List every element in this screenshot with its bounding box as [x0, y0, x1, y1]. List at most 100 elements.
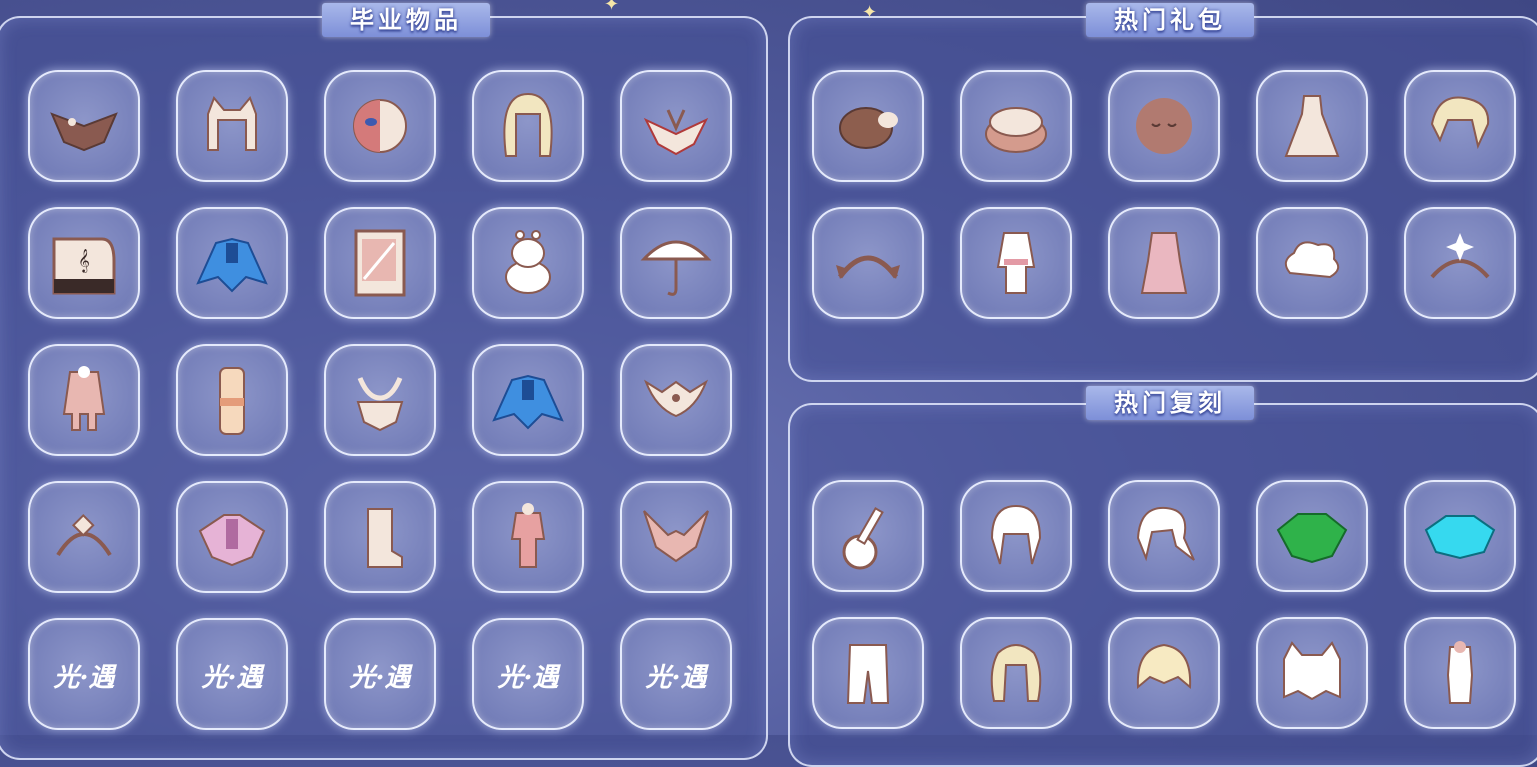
sky-logo-icon: 光·遇: [200, 663, 265, 693]
sky-logo-icon: 光·遇: [52, 663, 117, 693]
rerun-item-slot[interactable]: [1256, 617, 1368, 729]
graduation-panel-title: 毕业物品: [322, 3, 490, 37]
graduation-item-slot[interactable]: [176, 70, 288, 182]
hot-packs-item-grid: [812, 70, 1516, 319]
graduation-item-slot[interactable]: [620, 344, 732, 456]
cat-hood-icon: [1283, 641, 1341, 701]
rerun-item-slot[interactable]: [1404, 617, 1516, 729]
hot-pack-item-slot[interactable]: [812, 70, 924, 182]
svg-text:光·遇: 光·遇: [496, 663, 561, 693]
graduation-item-slot[interactable]: [324, 207, 436, 319]
graduation-item-slot[interactable]: [324, 481, 436, 593]
twin-tail-hair-icon: [990, 504, 1042, 565]
hot-pack-item-slot[interactable]: [960, 207, 1072, 319]
graduation-item-slot[interactable]: [620, 207, 732, 319]
graduation-item-slot[interactable]: 光·遇: [620, 618, 732, 730]
boots-icon: [367, 508, 403, 568]
ponytail-hair-icon: [1430, 96, 1490, 150]
bear-hat-icon: [839, 107, 898, 149]
rerun-item-slot[interactable]: [812, 617, 924, 729]
umbrella-icon: [640, 240, 712, 296]
long-hair-icon: [503, 92, 553, 157]
winged-mask-icon: [643, 379, 709, 418]
graduation-item-slot[interactable]: [324, 70, 436, 182]
graduation-item-slot[interactable]: 光·遇: [28, 618, 140, 730]
graduation-item-slot[interactable]: [472, 207, 584, 319]
hot-pack-item-slot[interactable]: [1256, 70, 1368, 182]
sleeveless-outfit-icon: [1446, 641, 1474, 704]
svg-text:光·遇: 光·遇: [200, 663, 265, 693]
graduation-item-grid: 𝄞 光·遇 光·遇 光·遇 光·遇 光·遇: [28, 70, 732, 730]
graduation-item-slot[interactable]: [176, 481, 288, 593]
rerun-item-slot[interactable]: [812, 480, 924, 592]
robe-icon: [996, 232, 1036, 294]
hot-pack-item-slot[interactable]: [960, 70, 1072, 182]
rerun-item-slot[interactable]: [960, 617, 1072, 729]
bird-cape-icon: [50, 112, 118, 152]
graduation-item-slot[interactable]: [28, 481, 140, 593]
hot-pack-item-slot[interactable]: [1256, 207, 1368, 319]
antler-mask-icon: [356, 377, 404, 432]
graduation-item-slot[interactable]: [472, 481, 584, 593]
sparkle-icon: ✦: [862, 2, 878, 23]
pink-outfit-icon: [1140, 232, 1188, 294]
ear-headband-icon: [836, 255, 900, 279]
card-icon: [354, 229, 406, 297]
graduation-item-slot[interactable]: [176, 344, 288, 456]
hot-reruns-item-grid: [812, 480, 1516, 729]
piano-icon: 𝄞: [52, 237, 116, 295]
graduation-item-slot[interactable]: [620, 481, 732, 593]
svg-text:光·遇: 光·遇: [348, 663, 413, 693]
cat-ear-hair-icon: [207, 96, 257, 151]
blue-cape-icon: [492, 374, 564, 430]
outfit-icon: [510, 503, 546, 568]
rerun-item-slot[interactable]: [1404, 480, 1516, 592]
bob-hair-icon: [1136, 643, 1192, 690]
horned-mask-icon: [643, 510, 709, 563]
sky-logo-icon: 光·遇: [644, 663, 709, 693]
graduation-item-slot[interactable]: [620, 70, 732, 182]
hot-pack-item-slot[interactable]: [1108, 207, 1220, 319]
dress-icon: [1284, 95, 1340, 157]
graduation-item-slot[interactable]: 𝄞: [28, 207, 140, 319]
graduation-item-slot[interactable]: [472, 70, 584, 182]
hot-packs-panel-title: 热门礼包: [1086, 3, 1254, 37]
svg-text:光·遇: 光·遇: [52, 663, 117, 693]
curly-hair-icon: [990, 644, 1042, 702]
rerun-item-slot[interactable]: [1256, 480, 1368, 592]
hot-pack-item-slot[interactable]: [1108, 70, 1220, 182]
hot-pack-item-slot[interactable]: [1404, 70, 1516, 182]
cloud-icon: [1284, 241, 1340, 279]
graduation-item-slot[interactable]: [472, 344, 584, 456]
green-cape-icon: [1276, 513, 1348, 564]
rerun-item-slot[interactable]: [960, 480, 1072, 592]
sky-logo-icon: 光·遇: [348, 663, 413, 693]
hot-pack-item-slot[interactable]: [812, 207, 924, 319]
diamond-headpiece-icon: [56, 513, 112, 557]
graduation-item-slot[interactable]: 光·遇: [176, 618, 288, 730]
graduation-item-slot[interactable]: 光·遇: [472, 618, 584, 730]
graduation-item-slot[interactable]: [28, 344, 140, 456]
rerun-item-slot[interactable]: [1108, 617, 1220, 729]
rerun-item-slot[interactable]: [1108, 480, 1220, 592]
bun-cushion-icon: [985, 107, 1047, 153]
lotus-headpiece-icon: [643, 109, 709, 156]
side-ponytail-icon: [1136, 506, 1195, 562]
hot-reruns-panel-title: 热门复刻: [1086, 386, 1254, 420]
graduation-item-slot[interactable]: [28, 70, 140, 182]
crescent-crown-icon: [1430, 233, 1490, 279]
guitar-icon: [842, 507, 884, 570]
moomin-plush-icon: [505, 230, 551, 294]
sleeping-face-icon: [1136, 98, 1192, 154]
svg-text:光·遇: 光·遇: [644, 663, 709, 693]
mask-icon: [353, 99, 407, 153]
graduation-item-slot[interactable]: [176, 207, 288, 319]
graduation-item-slot[interactable]: 光·遇: [324, 618, 436, 730]
graduation-item-slot[interactable]: [324, 344, 436, 456]
hot-pack-item-slot[interactable]: [1404, 207, 1516, 319]
cyan-cape-icon: [1424, 515, 1496, 560]
pants-icon: [846, 644, 890, 704]
sky-logo-icon: 光·遇: [496, 663, 561, 693]
pink-cape-icon: [198, 514, 266, 567]
sparkle-icon: ✦: [604, 0, 620, 15]
